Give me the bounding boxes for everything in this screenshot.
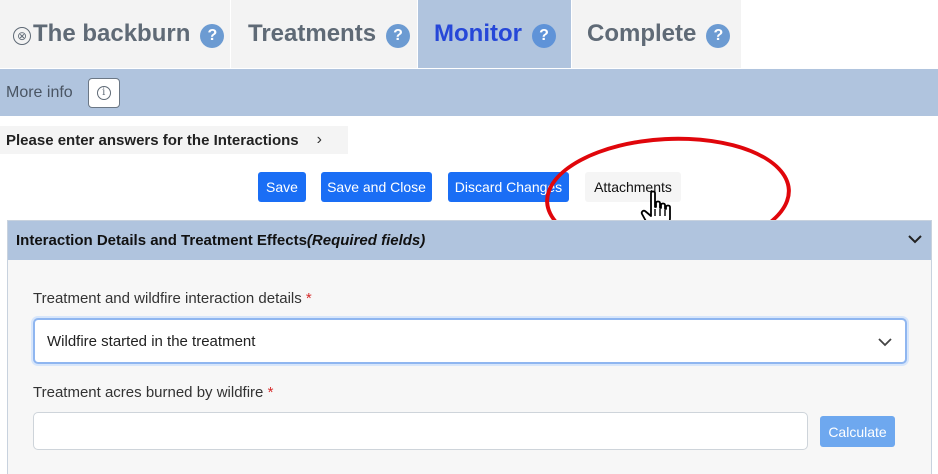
tab-complete[interactable]: Complete ? [572, 0, 741, 68]
chevron-down-icon[interactable] [907, 231, 923, 247]
required-marker: * [305, 290, 312, 307]
required-fields-note: (Required fields) [306, 232, 426, 249]
acres-burned-input[interactable] [33, 412, 808, 450]
info-icon: i [96, 85, 111, 100]
tab-bar: ⊗ The backburn ? Treatments ? Monitor ? … [0, 0, 938, 68]
selected-value: Wildfire started in the treatment [47, 332, 256, 350]
more-info-label: More info [6, 83, 73, 101]
tab-monitor[interactable]: Monitor ? [418, 0, 571, 68]
help-icon[interactable]: ? [706, 24, 731, 48]
tab-label: The backburn [33, 20, 191, 47]
more-info-bar: More info i [0, 69, 938, 116]
close-tab-icon[interactable]: ⊗ [13, 27, 31, 45]
prompt-text: Please enter answers for the Interaction… [6, 131, 299, 149]
chevron-right-icon: › [316, 131, 322, 148]
interactions-prompt[interactable]: Please enter answers for the Interaction… [0, 126, 348, 154]
required-marker: * [267, 384, 274, 401]
more-info-button[interactable]: i [87, 77, 120, 108]
help-icon[interactable]: ? [386, 24, 411, 48]
help-icon[interactable]: ? [531, 24, 556, 48]
help-icon[interactable]: ? [200, 24, 225, 48]
interaction-details-label: Treatment and wildfire interaction detai… [33, 290, 312, 307]
save-and-close-button[interactable]: Save and Close [321, 172, 432, 202]
tab-label: Monitor [434, 20, 522, 47]
tab-label: Treatments [248, 20, 377, 47]
discard-changes-button[interactable]: Discard Changes [448, 172, 569, 202]
panel-title: Interaction Details and Treatment Effect… [16, 232, 426, 249]
panel-header[interactable]: Interaction Details and Treatment Effect… [8, 221, 931, 260]
chevron-down-icon [878, 338, 892, 347]
acres-burned-label: Treatment acres burned by wildfire * [33, 384, 274, 401]
interaction-details-select[interactable]: Wildfire started in the treatment [33, 318, 907, 364]
calculate-button[interactable]: Calculate [820, 416, 895, 447]
tab-the-backburn[interactable]: ⊗ The backburn ? [0, 0, 230, 68]
tab-treatments[interactable]: Treatments ? [231, 0, 417, 68]
tab-label: Complete [587, 20, 697, 47]
save-button[interactable]: Save [258, 172, 306, 202]
